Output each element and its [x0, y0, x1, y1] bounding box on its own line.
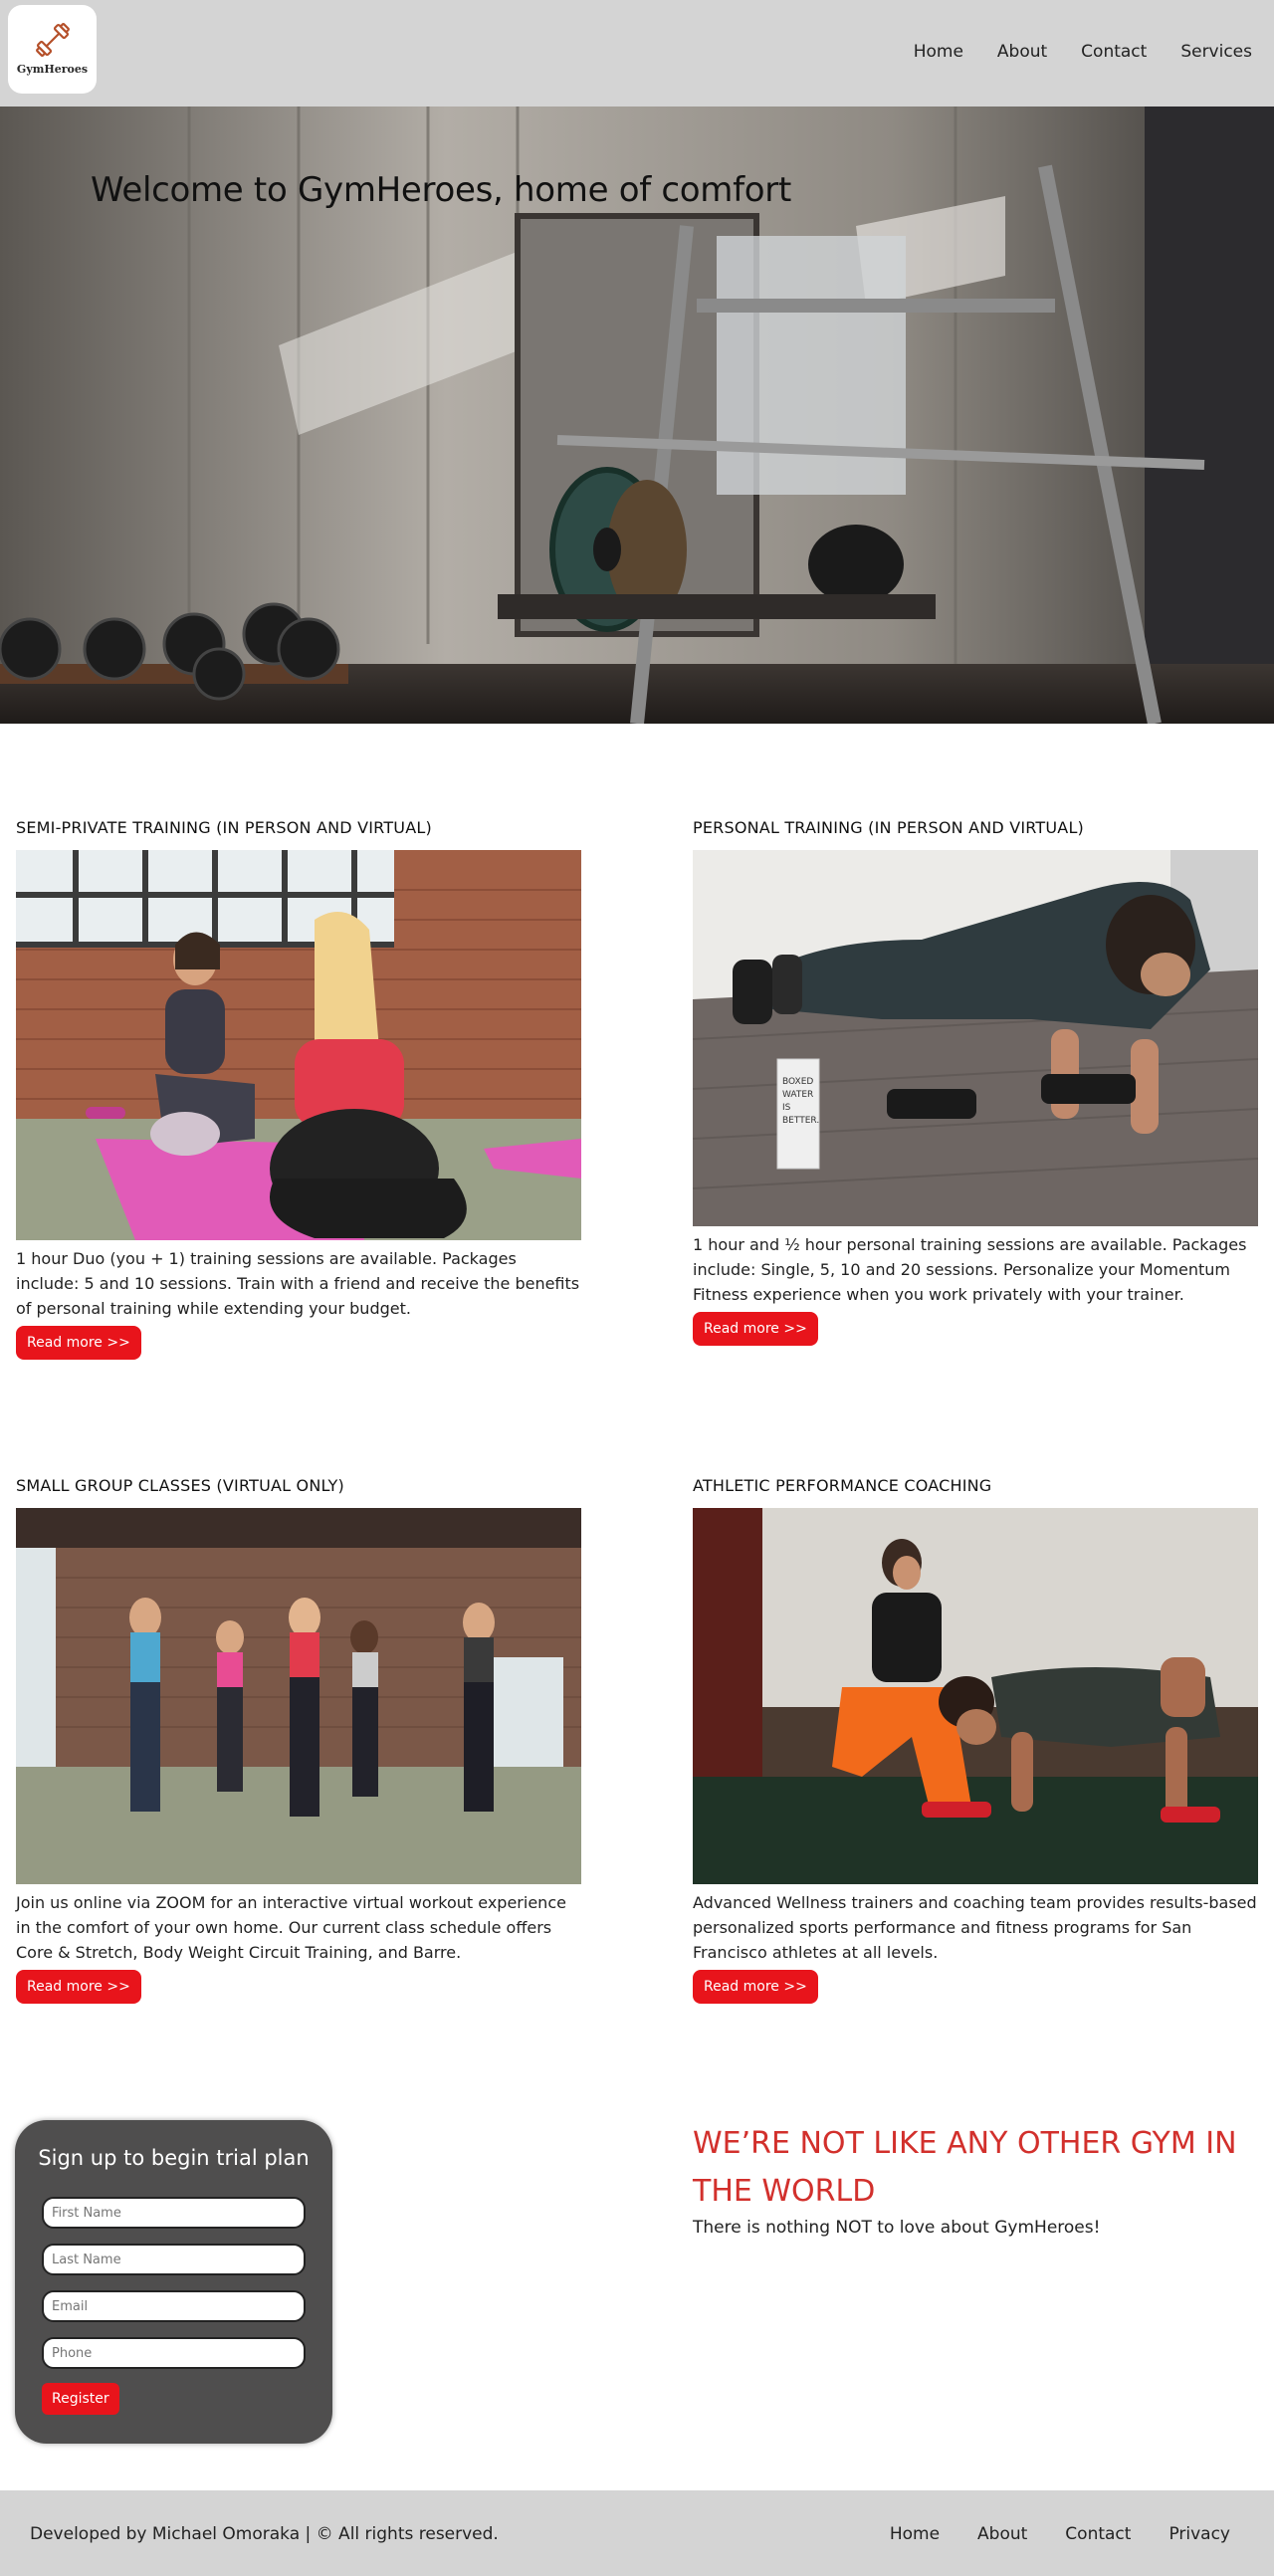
main-nav: Home About Contact Services [914, 42, 1252, 62]
footer-contact-link[interactable]: Contact [1065, 2524, 1131, 2544]
footer-copyright: Developed by Michael Omoraka | © All rig… [30, 2524, 499, 2544]
footer-home-link[interactable]: Home [890, 2524, 940, 2544]
nav-services[interactable]: Services [1180, 42, 1252, 62]
card-title: Semi-Private Training (In Person and Vir… [16, 818, 432, 837]
footer-nav: Home About Contact Privacy [890, 2524, 1230, 2544]
signup-form: Sign up to begin trial plan Register [15, 2120, 332, 2444]
nav-about[interactable]: About [997, 42, 1047, 62]
last-name-field[interactable] [42, 2244, 306, 2275]
read-more-button[interactable]: Read more >> [16, 1970, 141, 2004]
card-title: Athletic Performance Coaching [693, 1476, 992, 1495]
card-text: Advanced Wellness trainers and coaching … [693, 1893, 1257, 1962]
logo-text: GymHeroes [16, 63, 89, 76]
personal-training-image: BOXED WATER IS BETTER. [693, 850, 1258, 1226]
read-more-button[interactable]: Read more >> [693, 1312, 818, 1346]
signup-title: Sign up to begin trial plan [38, 2146, 310, 2170]
card-athletic: Athletic Performance Coaching Advanced W… [693, 1476, 1258, 2004]
card-text: 1 hour Duo (you + 1) training sessions a… [16, 1249, 580, 1318]
semi-private-image [16, 850, 581, 1240]
small-group-image [16, 1508, 581, 1884]
site-header: GymHeroes Home About Contact Services [0, 0, 1274, 107]
nav-contact[interactable]: Contact [1081, 42, 1147, 62]
card-title: Personal Training (In Person and Virtual… [693, 818, 1085, 837]
card-semi-private: Semi-Private Training (In Person and Vir… [16, 818, 581, 1360]
athletic-coaching-image [693, 1508, 1258, 1884]
nav-home[interactable]: Home [914, 42, 963, 62]
dumbbell-icon [36, 23, 70, 57]
card-text: Join us online via ZOOM for an interacti… [16, 1893, 566, 1962]
card-personal: Personal Training (In Person and Virtual… [693, 818, 1258, 1346]
logo[interactable]: GymHeroes [8, 5, 97, 94]
read-more-button[interactable]: Read more >> [16, 1326, 141, 1360]
hero-title: Welcome to GymHeroes, home of comfort [91, 170, 791, 210]
site-footer: Developed by Michael Omoraka | © All rig… [0, 2490, 1274, 2576]
hero-banner: Welcome to GymHeroes, home of comfort [0, 107, 1274, 724]
promo-subtext: There is nothing NOT to love about GymHe… [693, 2218, 1101, 2238]
svg-text:IS: IS [782, 1103, 791, 1113]
footer-privacy-link[interactable]: Privacy [1168, 2524, 1230, 2544]
footer-about-link[interactable]: About [977, 2524, 1027, 2544]
svg-text:WATER: WATER [782, 1090, 813, 1100]
card-small-group: Small Group Classes (Virtual Only) [16, 1476, 581, 2004]
carton-label: BOXED [782, 1077, 813, 1087]
phone-field[interactable] [42, 2337, 306, 2369]
promo-heading: We’re not like any other gym in the worl… [693, 2126, 1237, 2209]
card-title: Small Group Classes (Virtual Only) [16, 1476, 344, 1495]
card-text: 1 hour and ½ hour personal training sess… [693, 1235, 1247, 1304]
svg-text:BETTER.: BETTER. [782, 1116, 819, 1126]
email-field[interactable] [42, 2290, 306, 2322]
read-more-button[interactable]: Read more >> [693, 1970, 818, 2004]
register-button[interactable]: Register [42, 2383, 119, 2415]
first-name-field[interactable] [42, 2197, 306, 2229]
